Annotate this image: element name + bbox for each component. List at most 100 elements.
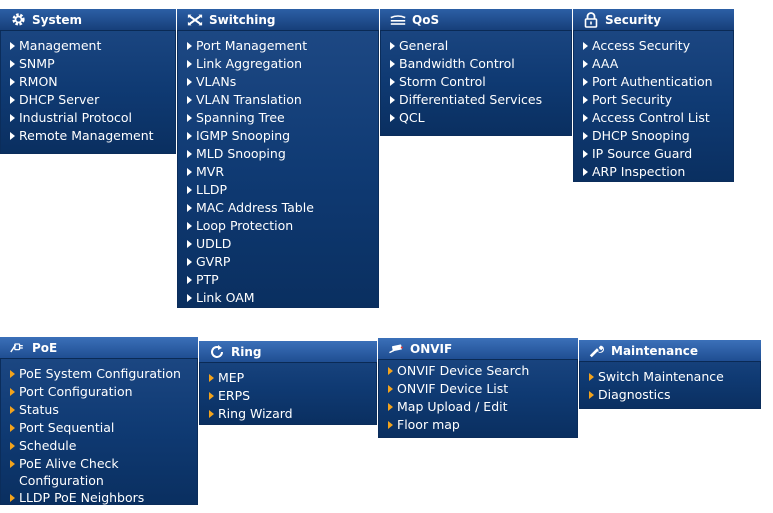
switching-menu: Switching Port Management Link Aggregati… xyxy=(177,9,379,308)
arrow-right-icon xyxy=(187,114,192,122)
menu-item-link-aggregation[interactable]: Link Aggregation xyxy=(177,55,379,73)
menu-item-remote-management[interactable]: Remote Management xyxy=(0,127,176,145)
arrow-right-icon xyxy=(10,96,15,104)
menu-item-mld-snooping[interactable]: MLD Snooping xyxy=(177,145,379,163)
menu-item-qcl[interactable]: QCL xyxy=(380,109,572,127)
arrow-right-icon xyxy=(10,78,15,86)
ring-menu-title: Ring xyxy=(231,344,262,359)
menu-item-access-control-list[interactable]: Access Control List xyxy=(573,109,734,127)
menu-item-access-security[interactable]: Access Security xyxy=(573,37,734,55)
menu-item-udld[interactable]: UDLD xyxy=(177,235,379,253)
arrow-right-icon xyxy=(388,385,393,393)
onvif-menu-header[interactable]: ONVIF xyxy=(378,338,578,360)
switching-menu-title: Switching xyxy=(209,12,276,27)
menu-item-mep[interactable]: MEP xyxy=(199,369,377,387)
arrow-right-icon xyxy=(10,460,15,468)
menu-item-link-oam[interactable]: Link OAM xyxy=(177,289,379,307)
menu-item-port-authentication[interactable]: Port Authentication xyxy=(573,73,734,91)
menu-item-bandwidth-control[interactable]: Bandwidth Control xyxy=(380,55,572,73)
menu-item-onvif-device-list[interactable]: ONVIF Device List xyxy=(378,380,578,398)
menu-item-port-sequential[interactable]: Port Sequential xyxy=(0,419,198,437)
arrow-right-icon xyxy=(390,114,395,122)
arrow-right-icon xyxy=(589,373,594,381)
menu-item-mac-address-table[interactable]: MAC Address Table xyxy=(177,199,379,217)
arrow-right-icon xyxy=(187,96,192,104)
menu-item-storm-control[interactable]: Storm Control xyxy=(380,73,572,91)
arrow-right-icon xyxy=(390,42,395,50)
menu-item-differentiated-services[interactable]: Differentiated Services xyxy=(380,91,572,109)
maintenance-items: Switch Maintenance Diagnostics xyxy=(579,362,761,410)
menu-item-erps[interactable]: ERPS xyxy=(199,387,377,405)
camera-icon xyxy=(388,341,404,357)
menu-item-dhcp-snooping[interactable]: DHCP Snooping xyxy=(573,127,734,145)
menu-item-mvr[interactable]: MVR xyxy=(177,163,379,181)
menu-item-poe-system-configuration[interactable]: PoE System Configuration xyxy=(0,365,198,383)
arrow-right-icon xyxy=(10,388,15,396)
arrow-right-icon xyxy=(187,168,192,176)
maintenance-menu-title: Maintenance xyxy=(611,343,699,358)
menu-item-management[interactable]: Management xyxy=(0,37,176,55)
menu-item-aaa[interactable]: AAA xyxy=(573,55,734,73)
arrow-right-icon xyxy=(583,96,588,104)
menu-item-igmp-snooping[interactable]: IGMP Snooping xyxy=(177,127,379,145)
arrow-right-icon xyxy=(583,150,588,158)
arrow-right-icon xyxy=(10,442,15,450)
menu-item-ptp[interactable]: PTP xyxy=(177,271,379,289)
ring-menu: Ring MEP ERPS Ring Wizard xyxy=(199,341,377,425)
menu-item-port-security[interactable]: Port Security xyxy=(573,91,734,109)
arrow-right-icon xyxy=(10,114,15,122)
menu-item-port-configuration[interactable]: Port Configuration xyxy=(0,383,198,401)
menu-item-vlan-translation[interactable]: VLAN Translation xyxy=(177,91,379,109)
qos-menu-title: QoS xyxy=(412,12,440,27)
menu-item-ip-source-guard[interactable]: IP Source Guard xyxy=(573,145,734,163)
security-menu-header[interactable]: Security xyxy=(573,9,734,31)
qos-menu-header[interactable]: QoS xyxy=(380,9,572,31)
ring-items: MEP ERPS Ring Wizard xyxy=(199,363,377,429)
arrow-right-icon xyxy=(589,391,594,399)
menu-item-vlans[interactable]: VLANs xyxy=(177,73,379,91)
poe-menu-header[interactable]: PoE xyxy=(0,337,198,359)
arrow-right-icon xyxy=(10,406,15,414)
menu-item-dhcp-server[interactable]: DHCP Server xyxy=(0,91,176,109)
menu-item-status[interactable]: Status xyxy=(0,401,198,419)
menu-item-diagnostics[interactable]: Diagnostics xyxy=(579,386,761,404)
arrow-right-icon xyxy=(388,421,393,429)
menu-item-switch-maintenance[interactable]: Switch Maintenance xyxy=(579,368,761,386)
menu-item-arp-inspection[interactable]: ARP Inspection xyxy=(573,163,734,181)
menu-item-rmon[interactable]: RMON xyxy=(0,73,176,91)
menu-item-floor-map[interactable]: Floor map xyxy=(378,416,578,434)
security-menu-title: Security xyxy=(605,12,662,27)
poe-menu: PoE PoE System Configuration Port Config… xyxy=(0,337,198,505)
gear-icon xyxy=(10,12,26,28)
menu-item-map-upload-edit[interactable]: Map Upload / Edit xyxy=(378,398,578,416)
maintenance-menu-header[interactable]: Maintenance xyxy=(579,340,761,362)
menu-item-loop-protection[interactable]: Loop Protection xyxy=(177,217,379,235)
arrow-right-icon xyxy=(583,132,588,140)
menu-item-lldp[interactable]: LLDP xyxy=(177,181,379,199)
menu-item-port-management[interactable]: Port Management xyxy=(177,37,379,55)
arrow-right-icon xyxy=(388,367,393,375)
security-items: Access Security AAA Port Authentication … xyxy=(573,31,734,187)
menu-item-spanning-tree[interactable]: Spanning Tree xyxy=(177,109,379,127)
arrow-right-icon xyxy=(10,370,15,378)
arrow-right-icon xyxy=(187,60,192,68)
switching-menu-header[interactable]: Switching xyxy=(177,9,379,31)
poe-menu-title: PoE xyxy=(32,340,58,355)
menu-item-ring-wizard[interactable]: Ring Wizard xyxy=(199,405,377,423)
poe-plug-icon xyxy=(10,340,26,356)
poe-items: PoE System Configuration Port Configurat… xyxy=(0,359,198,513)
maintenance-menu: Maintenance Switch Maintenance Diagnosti… xyxy=(579,340,761,409)
menu-item-industrial-protocol[interactable]: Industrial Protocol xyxy=(0,109,176,127)
onvif-menu: ONVIF ONVIF Device Search ONVIF Device L… xyxy=(378,338,578,438)
menu-item-snmp[interactable]: SNMP xyxy=(0,55,176,73)
menu-item-lldp-poe-neighbors[interactable]: LLDP PoE Neighbors xyxy=(0,489,198,507)
system-menu-header[interactable]: System xyxy=(0,9,176,31)
menu-item-gvrp[interactable]: GVRP xyxy=(177,253,379,271)
menu-item-poe-alive-check-configuration[interactable]: PoE Alive Check Configuration xyxy=(0,455,146,489)
menu-item-onvif-device-search[interactable]: ONVIF Device Search xyxy=(378,362,578,380)
menu-item-general[interactable]: General xyxy=(380,37,572,55)
menu-item-schedule[interactable]: Schedule xyxy=(0,437,198,455)
ring-menu-header[interactable]: Ring xyxy=(199,341,377,363)
arrow-right-icon xyxy=(187,186,192,194)
security-menu: Security Access Security AAA Port Authen… xyxy=(573,9,734,182)
